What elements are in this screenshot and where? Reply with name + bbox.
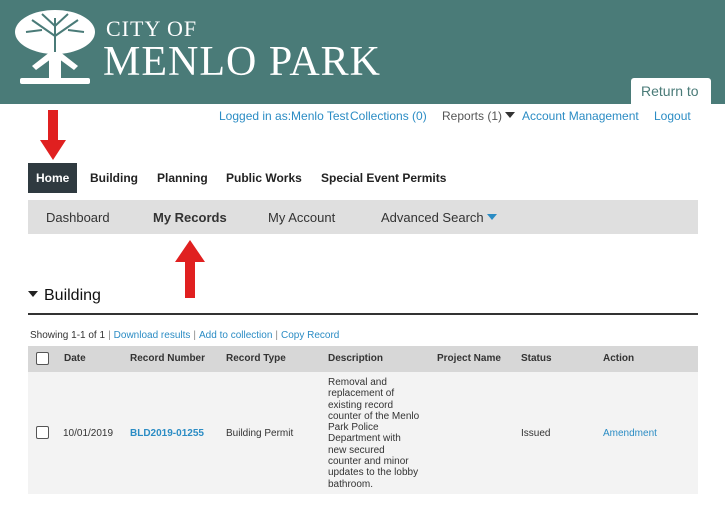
cell-description: Removal and replacement of existing reco…	[328, 377, 428, 490]
reports-menu[interactable]: Reports (1)	[442, 109, 516, 123]
column-header-project-name[interactable]: Project Name	[437, 353, 501, 364]
table-row: 10/01/2019 BLD2019-01255 Building Permit…	[28, 372, 698, 494]
description-line: counter of the Menlo	[328, 410, 420, 422]
column-header-action[interactable]: Action	[603, 353, 634, 364]
download-results-link[interactable]: Download results	[114, 330, 191, 341]
column-header-description[interactable]: Description	[328, 353, 383, 364]
collapse-caret-icon	[28, 291, 38, 297]
subnav-my-records[interactable]: My Records	[153, 210, 227, 225]
description-line: bathroom.	[328, 478, 374, 490]
separator: |	[193, 330, 196, 341]
tab-home[interactable]: Home	[28, 163, 78, 193]
results-toolbar: Showing 1-1 of 1 | Download results | Add to…	[30, 330, 339, 341]
description-line: existing record	[328, 399, 394, 411]
subnav-advanced-search[interactable]: Advanced Search	[381, 210, 497, 225]
logout-link[interactable]: Logout	[654, 109, 691, 123]
sub-nav: Dashboard My Records My Account Advanced…	[28, 200, 698, 234]
account-management-link[interactable]: Account Management	[522, 109, 639, 123]
tab-public-works[interactable]: Public Works	[226, 163, 302, 193]
column-header-date[interactable]: Date	[64, 353, 86, 364]
reports-label: Reports (1)	[442, 109, 503, 123]
chevron-down-icon	[505, 112, 516, 118]
description-line: Department with	[328, 433, 401, 445]
tab-planning[interactable]: Planning	[157, 163, 208, 193]
column-header-record-type[interactable]: Record Type	[226, 353, 286, 364]
cell-date: 10/01/2019	[63, 428, 114, 439]
separator: |	[275, 330, 278, 341]
header-banner: CITY OF MENLO PARK Return to	[0, 0, 725, 104]
subnav-dashboard[interactable]: Dashboard	[46, 210, 110, 225]
description-line: replacement of	[328, 388, 395, 400]
table-header: Date Record Number Record Type Descripti…	[28, 346, 698, 372]
description-line: new secured	[328, 444, 385, 456]
copy-record-link[interactable]: Copy Record	[281, 330, 339, 341]
description-line: Removal and	[328, 377, 387, 388]
subnav-my-account[interactable]: My Account	[268, 210, 335, 225]
account-toolbar: Logged in as:Menlo Test Collections (0) …	[0, 109, 725, 125]
description-line: counter and minor	[328, 456, 409, 468]
cell-record-type: Building Permit	[226, 428, 294, 439]
tab-building[interactable]: Building	[90, 163, 138, 193]
results-count: Showing 1-1 of 1	[30, 330, 106, 341]
description-line: Park Police	[328, 422, 379, 434]
description-line: updates to the lobby	[328, 467, 419, 479]
record-number-link[interactable]: BLD2019-01255	[130, 428, 204, 439]
add-to-collection-link[interactable]: Add to collection	[199, 330, 272, 341]
column-header-status[interactable]: Status	[521, 353, 552, 364]
logged-in-label: Logged in as:Menlo Test	[219, 109, 349, 123]
oak-tree-logo-icon	[15, 10, 95, 84]
section-divider	[28, 313, 698, 315]
advanced-search-label: Advanced Search	[381, 210, 484, 225]
collections-link[interactable]: Collections (0)	[350, 109, 427, 123]
tab-special-event-permits[interactable]: Special Event Permits	[321, 163, 446, 193]
chevron-down-icon	[486, 214, 497, 220]
annotation-arrow-up-icon	[175, 240, 205, 298]
separator: |	[108, 330, 111, 341]
return-to-link[interactable]: Return to	[631, 78, 711, 104]
cell-status: Issued	[521, 428, 551, 439]
select-all-checkbox[interactable]	[36, 352, 49, 365]
column-header-record-number[interactable]: Record Number	[130, 353, 205, 364]
section-toggle-building[interactable]: Building	[28, 287, 101, 305]
row-select-checkbox[interactable]	[36, 426, 49, 439]
logo-city-name: MENLO PARK	[103, 39, 381, 85]
amendment-link[interactable]: Amendment	[603, 428, 657, 439]
section-title: Building	[44, 287, 101, 304]
annotation-arrow-down-icon	[40, 110, 66, 160]
